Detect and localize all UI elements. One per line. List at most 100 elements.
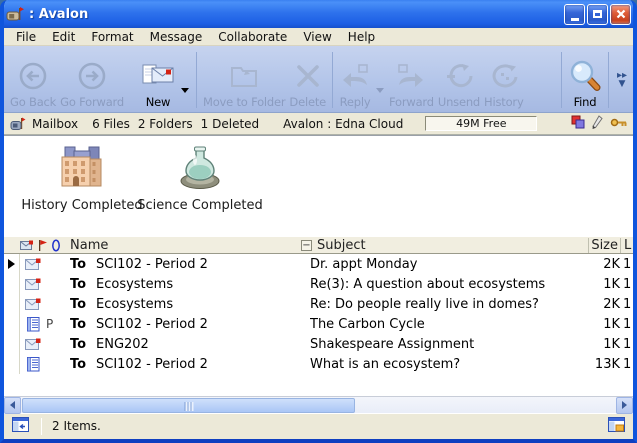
files-count: 6 Files <box>92 117 130 131</box>
row-size: 1K <box>588 317 620 332</box>
toolbar-separator <box>196 52 197 108</box>
minimize-button[interactable] <box>564 4 585 25</box>
menu-view[interactable]: View <box>295 30 339 44</box>
folder-science-completed[interactable]: Science Completed <box>136 144 264 213</box>
folder-history-completed[interactable]: History Completed <box>18 144 146 213</box>
new-message-icon <box>140 57 176 95</box>
menu-file[interactable]: File <box>8 30 44 44</box>
menu-help[interactable]: Help <box>340 30 383 44</box>
mailbox-mini-icon <box>10 117 26 131</box>
forward-button[interactable]: Forward <box>387 50 436 110</box>
horizontal-scrollbar[interactable] <box>4 396 633 413</box>
minimize-icon <box>571 18 579 21</box>
menu-format[interactable]: Format <box>83 30 141 44</box>
maximize-button[interactable] <box>587 4 608 25</box>
reply-label: Reply <box>340 95 371 109</box>
toolbar-separator <box>332 52 333 108</box>
message-list: To SCI102 - Period 2 Dr. appt Monday 2K … <box>4 254 633 374</box>
row-to-label: To <box>70 317 96 332</box>
row-date: 1 <box>620 257 633 272</box>
icon-label: Science Completed <box>137 198 262 213</box>
column-header-size[interactable]: Size <box>588 238 620 253</box>
scroll-right-button[interactable] <box>616 397 633 414</box>
go-back-icon <box>18 57 48 95</box>
forward-icon <box>395 57 427 95</box>
title-bar[interactable]: : Avalon <box>0 0 637 28</box>
row-subject: Shakespeare Assignment <box>310 337 588 352</box>
toolbar: Go Back Go Forward New <box>4 46 633 113</box>
history-label: History <box>484 95 524 109</box>
new-button[interactable]: New <box>138 50 178 110</box>
menu-edit[interactable]: Edit <box>44 30 83 44</box>
flag-column-icon[interactable] <box>36 239 49 252</box>
row-name: ENG202 <box>96 337 310 352</box>
window-title: : Avalon <box>29 7 564 22</box>
deleted-count: 1 Deleted <box>201 117 260 131</box>
scroll-left-arrow-icon <box>10 401 15 409</box>
menu-bar: File Edit Format Message Collaborate Vie… <box>4 28 633 46</box>
find-button[interactable]: Find <box>566 50 604 110</box>
row-name: SCI102 - Period 2 <box>96 257 310 272</box>
collapse-icon[interactable]: − <box>301 240 312 251</box>
row-date: 1 <box>620 297 633 312</box>
row-to-label: To <box>70 357 96 372</box>
close-button[interactable] <box>610 4 631 25</box>
attachment-paperclip-icon[interactable] <box>49 239 63 252</box>
row-subject: The Carbon Cycle <box>310 317 588 332</box>
go-back-button[interactable]: Go Back <box>8 50 58 110</box>
maximize-icon <box>593 10 602 18</box>
move-to-folder-icon <box>229 57 259 95</box>
menu-collaborate[interactable]: Collaborate <box>210 30 295 44</box>
history-button[interactable]: History <box>482 50 526 110</box>
go-back-label: Go Back <box>10 95 56 109</box>
column-header-subject[interactable]: − Subject <box>301 238 588 253</box>
document-icon <box>20 357 46 372</box>
delete-button[interactable]: Delete <box>287 50 328 110</box>
delete-label: Delete <box>289 95 326 109</box>
row-to-label: To <box>70 337 96 352</box>
table-row[interactable]: To SCI102 - Period 2 Dr. appt Monday 2K … <box>4 254 633 274</box>
scroll-left-button[interactable] <box>4 397 21 414</box>
row-to-label: To <box>70 277 96 292</box>
unsend-button[interactable]: Unsend <box>436 50 482 110</box>
table-row[interactable]: To ENG202 Shakespeare Assignment 1K 1 <box>4 334 633 354</box>
key-icon[interactable] <box>610 117 627 131</box>
column-header-name[interactable]: Name <box>63 238 301 253</box>
reply-icon <box>339 57 371 95</box>
menu-message[interactable]: Message <box>142 30 211 44</box>
document-icon <box>20 317 46 332</box>
table-row[interactable]: To Ecosystems Re: Do people really live … <box>4 294 633 314</box>
free-space-label: 49M Free <box>456 117 506 130</box>
layers-icon[interactable] <box>571 115 585 132</box>
account-name: Avalon : Edna Cloud <box>283 117 403 131</box>
column-header-last-modified[interactable]: L <box>620 238 633 253</box>
row-size: 1K <box>588 337 620 352</box>
toggle-panel-icon[interactable] <box>12 417 29 435</box>
row-subject: Re(3): A question about ecosystems <box>310 277 588 292</box>
table-row[interactable]: P To SCI102 - Period 2 The Carbon Cycle … <box>4 314 633 334</box>
message-type-column-icon[interactable] <box>18 240 36 251</box>
row-size: 2K <box>588 257 620 272</box>
move-to-folder-button[interactable]: Move to Folder <box>201 50 287 110</box>
reply-dropdown-arrow-icon[interactable] <box>376 88 384 93</box>
selection-arrow-icon <box>8 259 15 269</box>
unsend-label: Unsend <box>438 95 480 109</box>
scrollbar-thumb[interactable] <box>22 398 355 413</box>
close-icon <box>615 8 627 20</box>
delete-icon <box>294 57 322 95</box>
forward-label: Forward <box>389 95 434 109</box>
row-date: 1 <box>620 317 633 332</box>
table-row[interactable]: To SCI102 - Period 2 What is an ecosyste… <box>4 354 633 374</box>
free-space-indicator: 49M Free <box>425 116 537 131</box>
row-subject: Dr. appt Monday <box>310 257 588 272</box>
layout-view-icon[interactable] <box>608 417 625 435</box>
toolbar-overflow-chevron-icon[interactable]: ▸▸ ▼ <box>613 50 631 110</box>
pencil-icon[interactable] <box>592 115 603 132</box>
reply-button[interactable]: Reply <box>337 50 373 110</box>
table-row[interactable]: To Ecosystems Re(3): A question about ec… <box>4 274 633 294</box>
row-subject: What is an ecosystem? <box>310 357 588 372</box>
new-dropdown-arrow-icon[interactable] <box>181 88 189 93</box>
message-icon <box>20 298 46 311</box>
row-to-label: To <box>70 297 96 312</box>
go-forward-button[interactable]: Go Forward <box>58 50 126 110</box>
